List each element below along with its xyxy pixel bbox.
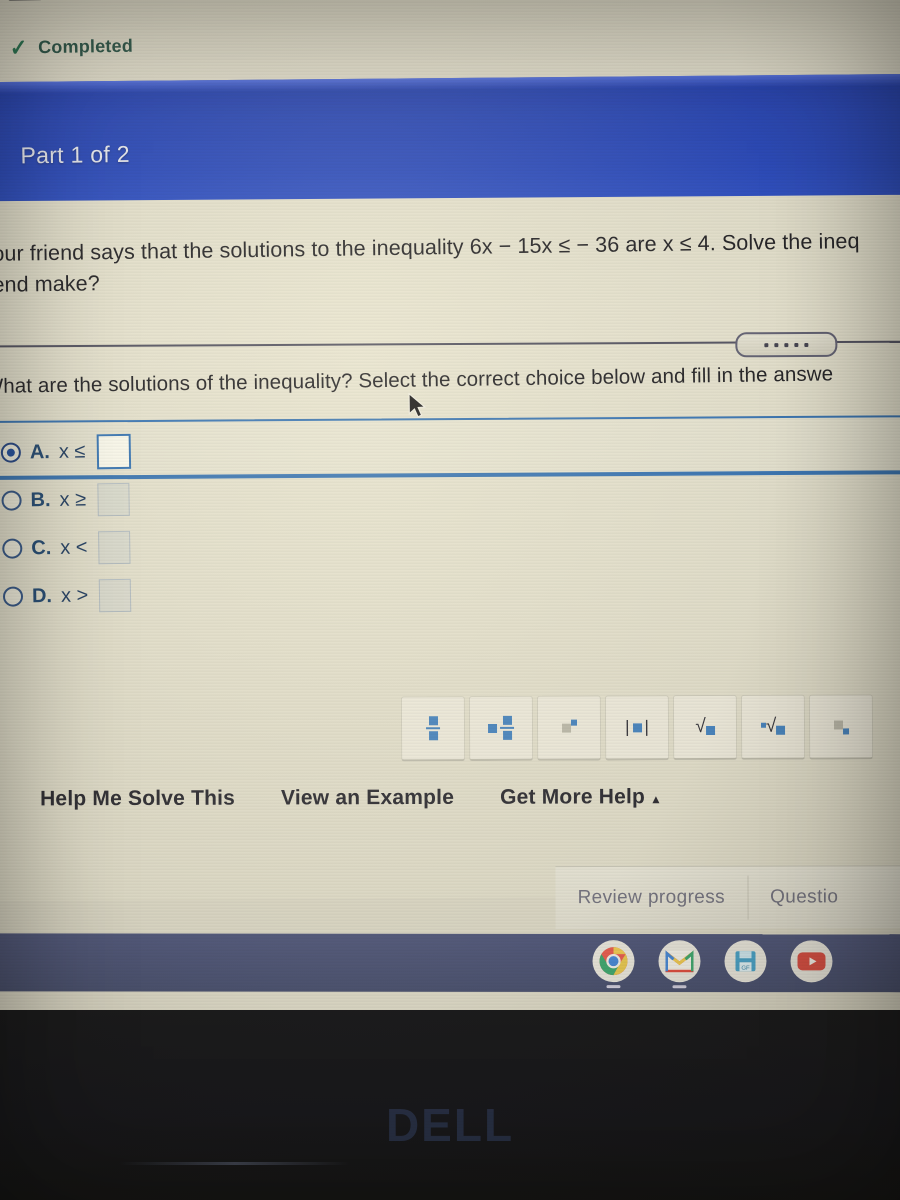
- laptop-photo: Enrichment Solve ✓ Completed Part 1 of 2…: [0, 0, 900, 1200]
- get-more-help-label: Get More Help: [500, 785, 646, 809]
- svg-text:GF: GF: [741, 966, 750, 972]
- exponent-icon: [561, 718, 577, 738]
- dell-logo: DELL: [385, 1099, 515, 1151]
- math-palette: | | √ √: [400, 694, 874, 762]
- running-indicator: [672, 985, 687, 989]
- subscript-icon: [833, 715, 849, 738]
- choice-a[interactable]: A. x ≤: [0, 424, 322, 477]
- question-button[interactable]: Questio: [748, 886, 860, 908]
- caret-up-icon: ▲: [650, 792, 663, 807]
- answer-input-d[interactable]: [99, 578, 132, 612]
- choice-list: A. x ≤ B. x ≥ C. x < D. x >: [0, 424, 324, 621]
- choice-a-letter: A.: [29, 440, 51, 463]
- tab-dash-icon: [8, 0, 43, 1]
- laptop-screen: Enrichment Solve ✓ Completed Part 1 of 2…: [0, 0, 900, 1033]
- choice-c-operator: x <: [60, 535, 88, 559]
- nth-root-button[interactable]: √: [740, 694, 806, 760]
- square-root-icon: √: [695, 716, 715, 738]
- choice-b-operator: x ≥: [59, 487, 87, 511]
- radio-a[interactable]: [0, 442, 22, 463]
- choice-d-operator: x >: [60, 583, 89, 607]
- view-an-example-button[interactable]: View an Example: [281, 786, 454, 811]
- absolute-value-button[interactable]: | |: [604, 695, 670, 761]
- running-indicator: [606, 985, 621, 989]
- choice-a-operator: x ≤: [58, 439, 86, 463]
- mouse-cursor: [408, 392, 427, 418]
- answer-input-b[interactable]: [96, 482, 130, 516]
- square-root-button[interactable]: √: [672, 694, 738, 761]
- laptop-hinge: [120, 1162, 350, 1165]
- mixed-number-icon: [488, 715, 515, 740]
- tab-home[interactable]: [8, 0, 51, 9]
- exponent-button[interactable]: [536, 695, 602, 761]
- choice-d-letter: D.: [31, 584, 53, 607]
- taskbar-apps: GF: [592, 940, 833, 989]
- part-banner: [0, 73, 900, 208]
- status-badge: ✓ Completed: [9, 34, 134, 61]
- answer-input-c[interactable]: [98, 530, 131, 564]
- choice-c[interactable]: C. x <: [2, 520, 323, 573]
- get-more-help-button[interactable]: Get More Help ▲: [500, 785, 662, 810]
- gmail-icon[interactable]: [658, 940, 701, 989]
- status-label: Completed: [37, 35, 134, 58]
- help-me-solve-this-button[interactable]: Help Me Solve This: [40, 787, 235, 812]
- nth-root-icon: √: [760, 716, 786, 738]
- radio-b[interactable]: [1, 490, 22, 511]
- radio-d[interactable]: [2, 586, 24, 607]
- fraction-button[interactable]: [400, 696, 466, 762]
- part-label: Part 1 of 2: [20, 140, 131, 169]
- check-icon: ✓: [9, 34, 28, 61]
- absolute-value-icon: | |: [625, 717, 649, 737]
- progress-bar: Review progress Questio: [555, 865, 900, 930]
- review-progress-button[interactable]: Review progress: [556, 887, 748, 910]
- youtube-icon[interactable]: [790, 940, 833, 983]
- help-links: Help Me Solve This View an Example Get M…: [40, 784, 900, 811]
- choice-b[interactable]: B. x ≥: [1, 472, 322, 525]
- radio-c[interactable]: [2, 538, 23, 559]
- choice-b-letter: B.: [30, 488, 51, 511]
- ellipsis-icon[interactable]: [735, 331, 838, 358]
- subscript-button[interactable]: [808, 694, 874, 760]
- drive-icon[interactable]: GF: [724, 940, 767, 983]
- chrome-icon[interactable]: [592, 940, 635, 989]
- fraction-icon: [426, 716, 441, 741]
- mixed-number-button[interactable]: [468, 695, 534, 762]
- choice-c-letter: C.: [31, 536, 52, 559]
- answer-input-a[interactable]: [96, 433, 131, 469]
- choice-d[interactable]: D. x >: [2, 568, 324, 621]
